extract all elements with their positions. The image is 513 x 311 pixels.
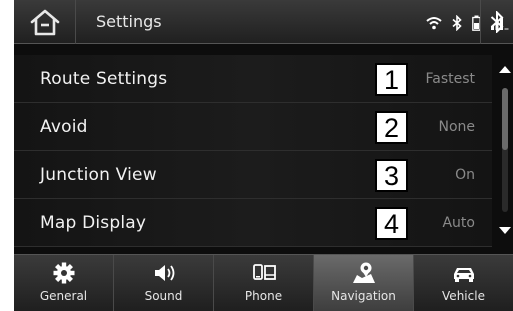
list-item-value: On (455, 167, 475, 183)
tab-label: Phone (244, 289, 283, 303)
home-button[interactable] (14, 0, 76, 44)
speaker-icon (154, 265, 174, 281)
bottom-tab-bar: General Sound Phone Navigation Vehicle (14, 254, 513, 311)
settings-list: Route Settings 1 Fastest Avoid 2 None Ju… (14, 55, 492, 247)
tab-label: General (39, 289, 88, 303)
tab-vehicle[interactable]: Vehicle (414, 255, 513, 311)
navigation-icon (352, 262, 375, 283)
status-bar: Settings (14, 0, 513, 44)
list-item-label: Junction View (40, 165, 157, 185)
tab-label: Navigation (331, 289, 396, 303)
page-title: Settings (96, 12, 162, 31)
list-item-label: Route Settings (40, 69, 168, 89)
tab-general[interactable]: General (14, 255, 114, 311)
car-icon (453, 268, 474, 282)
callout-number: 3 (375, 159, 408, 192)
bluetooth-icon (490, 11, 504, 33)
list-item-route-settings[interactable]: Route Settings 1 Fastest (14, 55, 492, 103)
scrollbar-thumb[interactable] (502, 88, 508, 150)
list-item-value: Fastest (425, 71, 475, 87)
list-item-label: Avoid (40, 117, 88, 137)
callout-number: 2 (375, 111, 408, 144)
scroll-up-button[interactable] (497, 60, 513, 80)
gear-icon (53, 262, 74, 284)
scroll-down-button[interactable] (497, 220, 513, 240)
list-item-avoid[interactable]: Avoid 2 None (14, 103, 492, 151)
callout-number: 1 (375, 63, 408, 96)
list-item-label: Map Display (40, 213, 147, 233)
infotainment-screen: Settings Route Settings 1 Fastest Avoid … (14, 0, 513, 311)
tab-navigation[interactable]: Navigation (314, 255, 414, 311)
tab-label: Sound (144, 289, 183, 303)
bluetooth-status-button[interactable] (480, 0, 513, 44)
wifi-icon (426, 17, 442, 30)
list-item-value: None (438, 119, 475, 135)
callout-number: 4 (375, 207, 408, 240)
bluetooth-icon (452, 15, 462, 31)
tab-phone[interactable]: Phone (214, 255, 314, 311)
tab-label: Vehicle (442, 289, 485, 303)
list-item-value: Auto (442, 215, 475, 231)
home-icon (30, 9, 59, 36)
tab-sound[interactable]: Sound (114, 255, 214, 311)
list-item-junction-view[interactable]: Junction View 3 On (14, 151, 492, 199)
list-item-map-display[interactable]: Map Display 4 Auto (14, 199, 492, 247)
phone-icon (252, 264, 276, 280)
